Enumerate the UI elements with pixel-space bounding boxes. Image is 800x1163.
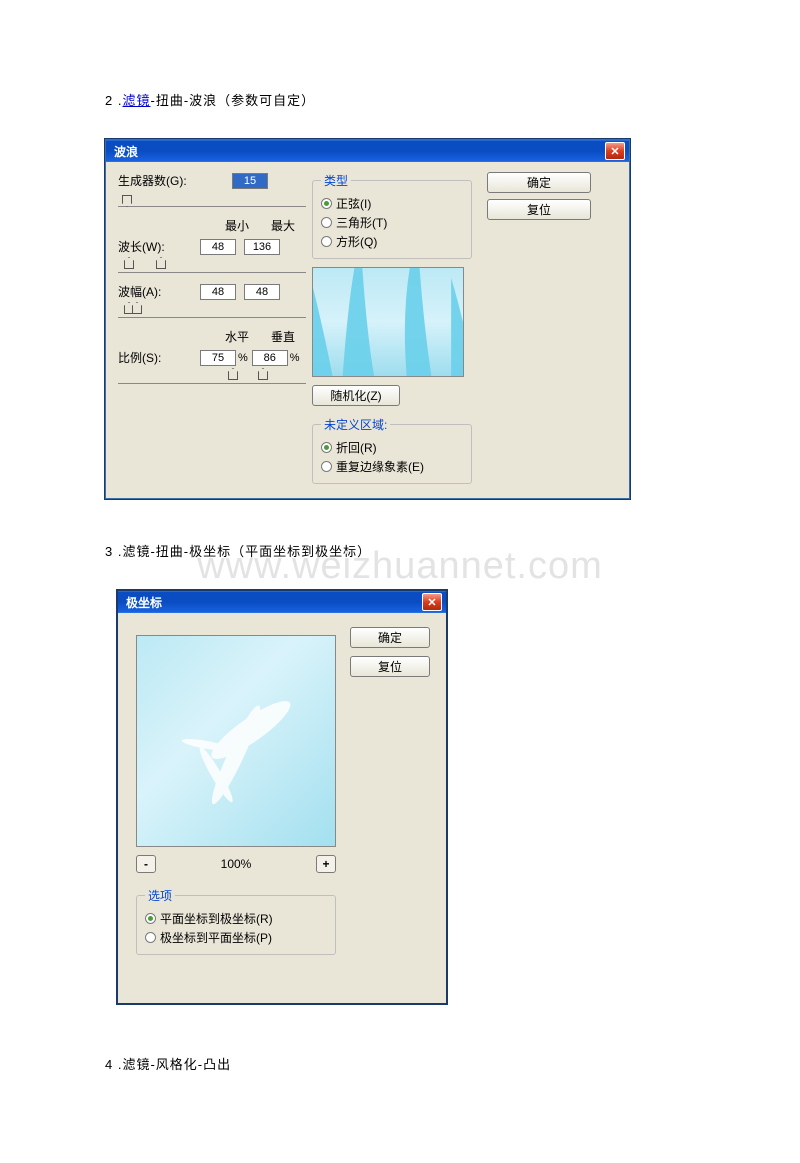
wavelength-max-input[interactable]: [244, 239, 280, 255]
ok-button[interactable]: 确定: [350, 627, 430, 648]
polar-titlebar: 极坐标 ✕: [118, 591, 446, 613]
zoom-value: 100%: [221, 857, 252, 871]
generators-slider[interactable]: [118, 193, 306, 207]
amplitude-max-input[interactable]: [244, 284, 280, 300]
opt-polar-to-rect-radio[interactable]: 极坐标到平面坐标(P): [145, 929, 327, 946]
undef-wrap-radio[interactable]: 折回(R): [321, 439, 463, 456]
scale-slider[interactable]: [118, 370, 306, 384]
wavelength-min-input[interactable]: [200, 239, 236, 255]
type-triangle-radio[interactable]: 三角形(T): [321, 214, 463, 231]
step-2-text: 2 .滤镜-扭曲-波浪（参数可自定）: [105, 90, 700, 109]
generators-label: 生成器数(G):: [118, 172, 206, 189]
step-3-text: 3 .滤镜-扭曲-极坐标（平面坐标到极坐标）: [105, 541, 700, 560]
type-group: 类型 正弦(I) 三角形(T) 方形(Q): [312, 172, 472, 259]
reset-button[interactable]: 复位: [350, 656, 430, 677]
opt-rect-to-polar-radio[interactable]: 平面坐标到极坐标(R): [145, 910, 327, 927]
close-icon[interactable]: ✕: [422, 593, 442, 611]
polar-options-group: 选项 平面坐标到极坐标(R) 极坐标到平面坐标(P): [136, 887, 336, 955]
close-icon[interactable]: ✕: [605, 142, 625, 160]
wave-titlebar: 波浪 ✕: [106, 140, 629, 162]
wavelength-label: 波长(W):: [118, 238, 180, 255]
amplitude-slider[interactable]: [118, 304, 306, 318]
polar-preview: [136, 635, 336, 847]
generators-input[interactable]: [232, 173, 268, 189]
wavelength-slider[interactable]: [118, 259, 306, 273]
randomize-button[interactable]: 随机化(Z): [312, 385, 400, 406]
zoom-out-button[interactable]: -: [136, 855, 156, 873]
type-sine-radio[interactable]: 正弦(I): [321, 195, 463, 212]
amplitude-min-input[interactable]: [200, 284, 236, 300]
wave-title: 波浪: [114, 143, 138, 160]
polar-title: 极坐标: [126, 594, 162, 611]
scale-v-input[interactable]: [252, 350, 288, 366]
filter-link[interactable]: 滤镜: [122, 93, 150, 108]
type-square-radio[interactable]: 方形(Q): [321, 233, 463, 250]
undefined-group: 未定义区域: 折回(R) 重复边缘象素(E): [312, 416, 472, 484]
polar-dialog: 极坐标 ✕ - 100%: [117, 590, 447, 1004]
wave-dialog: 波浪 ✕ 生成器数(G): 最小 最大 波长(W):: [105, 139, 630, 499]
step-4-text: 4 .滤镜-风格化-凸出: [105, 1054, 700, 1073]
undef-repeat-radio[interactable]: 重复边缘象素(E): [321, 458, 463, 475]
scale-label: 比例(S):: [118, 349, 180, 366]
reset-button[interactable]: 复位: [487, 199, 591, 220]
ok-button[interactable]: 确定: [487, 172, 591, 193]
zoom-in-button[interactable]: +: [316, 855, 336, 873]
wave-preview: [312, 267, 464, 377]
amplitude-label: 波幅(A):: [118, 283, 180, 300]
scale-h-input[interactable]: [200, 350, 236, 366]
